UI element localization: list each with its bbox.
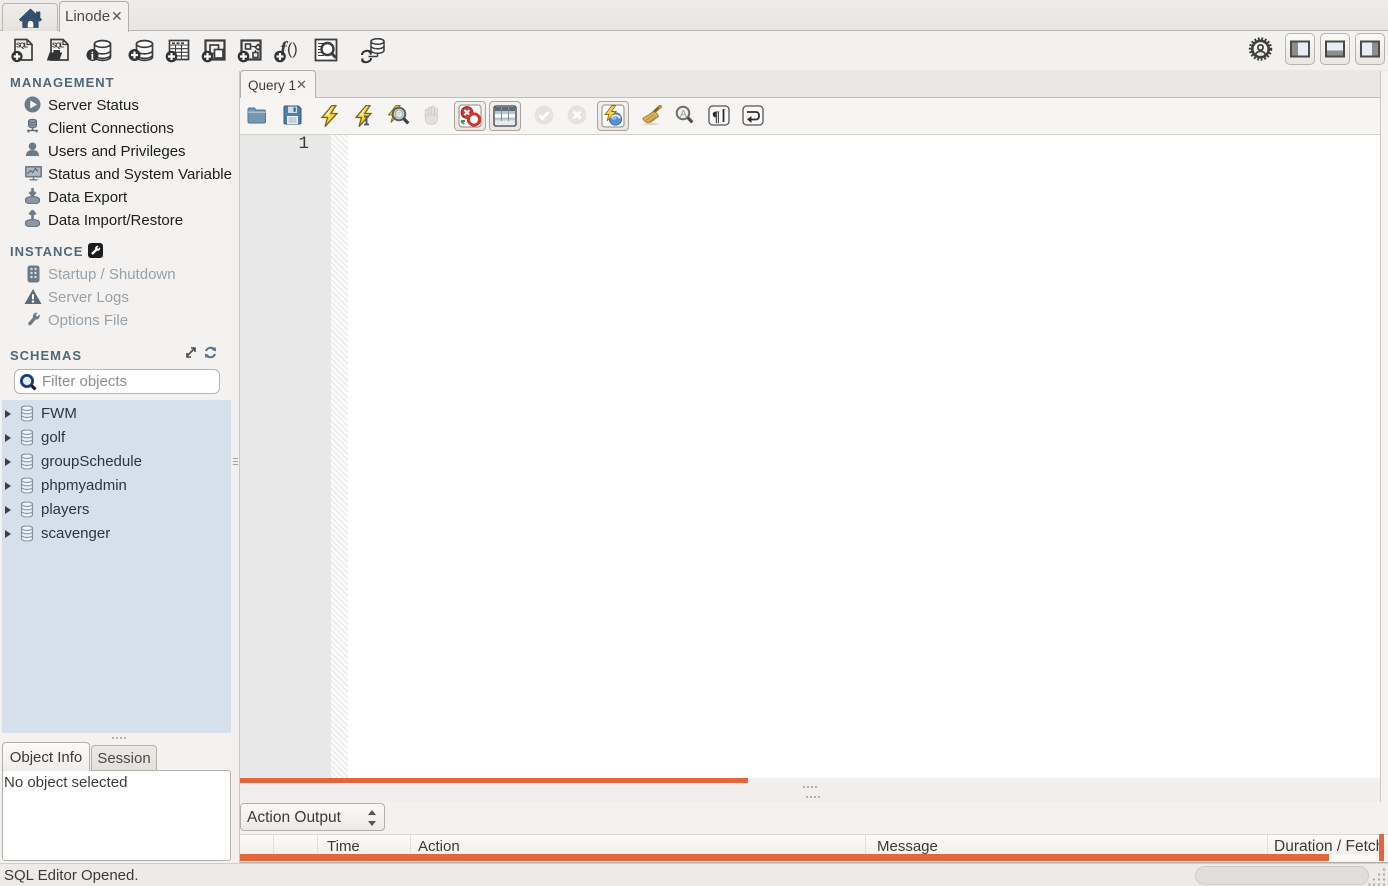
svg-text:SQL: SQL <box>16 43 29 50</box>
svg-text:(): () <box>287 41 298 58</box>
svg-text:¶: ¶ <box>712 109 720 125</box>
svg-text:SQL: SQL <box>52 43 65 50</box>
svg-text:A: A <box>680 109 687 120</box>
